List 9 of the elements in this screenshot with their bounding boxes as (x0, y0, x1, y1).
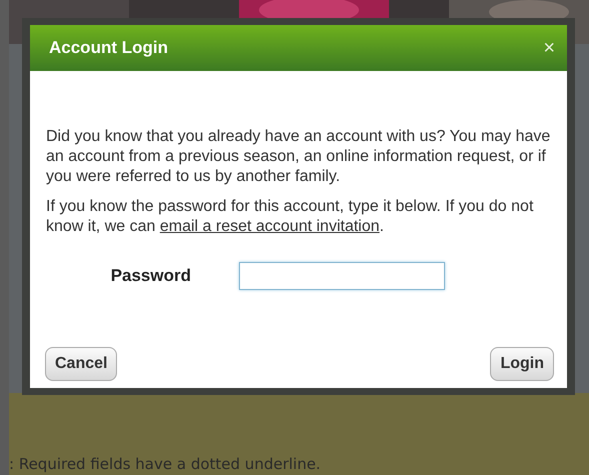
reset-invitation-link[interactable]: email a reset account invitation (160, 218, 380, 235)
cancel-button[interactable]: Cancel (45, 347, 118, 381)
intro-paragraph: Did you know that you already have an account with us? You may have an account from a previous season, an online information request, or if you were referred to us by another family. (46, 127, 552, 187)
instructions-paragraph: If you know the password for this account, type it below. If you do not know it, we can email a reset account invitation. (46, 197, 534, 237)
password-label: Password (110, 266, 191, 286)
password-field[interactable] (239, 262, 445, 290)
dialog-title: Account Login (49, 38, 168, 58)
login-button[interactable]: Login (490, 347, 554, 381)
required-fields-note: : Required fields have a dotted underline. (9, 455, 321, 473)
